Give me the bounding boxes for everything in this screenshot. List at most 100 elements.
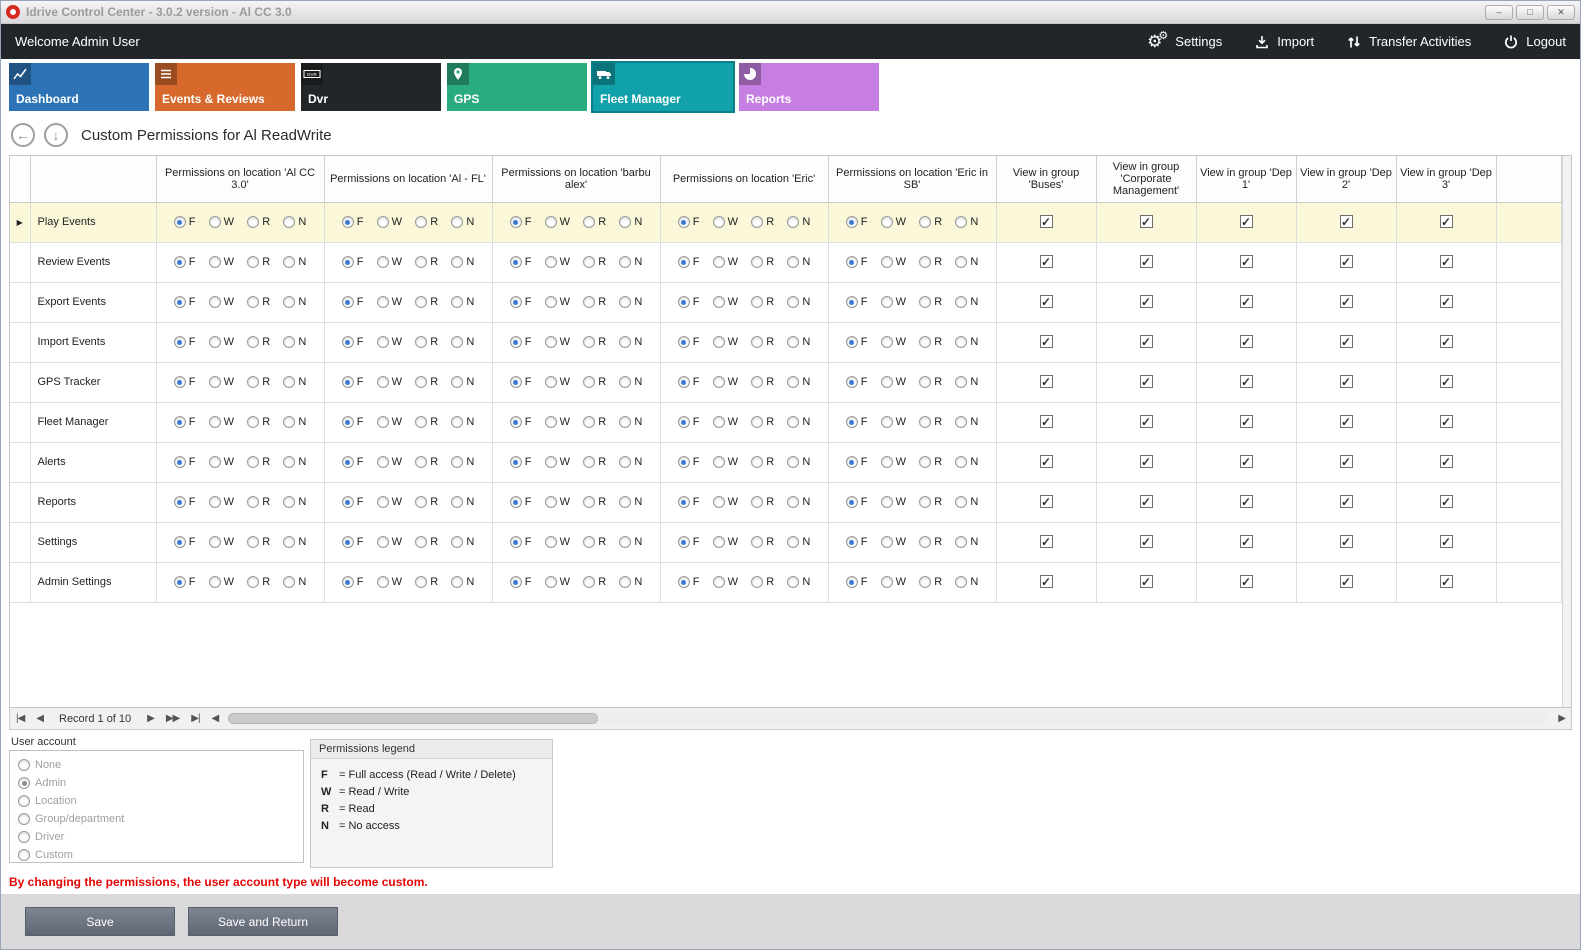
group-checkbox[interactable]: ✓	[1040, 335, 1053, 348]
radio-option-f[interactable]: F	[342, 496, 364, 508]
radio-option-n[interactable]: N	[451, 336, 474, 348]
radio-option-r[interactable]: R	[751, 536, 774, 548]
radio-option-f[interactable]: F	[174, 376, 196, 388]
group-checkbox[interactable]: ✓	[1140, 295, 1153, 308]
radio-option-w[interactable]: W	[209, 416, 234, 428]
radio-option-f[interactable]: F	[174, 216, 196, 228]
radio-option-f[interactable]: F	[342, 456, 364, 468]
radio-option-r[interactable]: R	[247, 256, 270, 268]
back-button[interactable]: ←	[11, 123, 35, 147]
radio-option-w[interactable]: W	[713, 256, 738, 268]
tab-dashboard[interactable]: Dashboard	[9, 63, 149, 111]
radio-option-f[interactable]: F	[510, 256, 532, 268]
row-label[interactable]: Export Events	[30, 282, 156, 322]
radio-option-n[interactable]: N	[283, 536, 306, 548]
radio-option-w[interactable]: W	[713, 416, 738, 428]
radio-option-r[interactable]: R	[415, 256, 438, 268]
radio-option-f[interactable]: F	[846, 336, 868, 348]
radio-option-w[interactable]: W	[209, 576, 234, 588]
radio-option-w[interactable]: W	[713, 576, 738, 588]
group-checkbox[interactable]: ✓	[1240, 415, 1253, 428]
group-checkbox[interactable]: ✓	[1340, 335, 1353, 348]
horizontal-scrollbar[interactable]	[228, 712, 1548, 725]
radio-option-n[interactable]: N	[787, 216, 810, 228]
group-checkbox[interactable]: ✓	[1440, 295, 1453, 308]
radio-option-n[interactable]: N	[955, 256, 978, 268]
group-checkbox[interactable]: ✓	[1140, 535, 1153, 548]
radio-option-f[interactable]: F	[510, 456, 532, 468]
radio-option-w[interactable]: W	[209, 296, 234, 308]
radio-option-n[interactable]: N	[955, 296, 978, 308]
group-checkbox[interactable]: ✓	[1440, 415, 1453, 428]
radio-option-w[interactable]: W	[881, 256, 906, 268]
radio-option-f[interactable]: F	[846, 296, 868, 308]
radio-option-r[interactable]: R	[583, 456, 606, 468]
radio-option-f[interactable]: F	[678, 456, 700, 468]
radio-option-r[interactable]: R	[583, 376, 606, 388]
radio-option-w[interactable]: W	[713, 216, 738, 228]
row-label[interactable]: Alerts	[30, 442, 156, 482]
radio-option-r[interactable]: R	[583, 576, 606, 588]
user-account-option-driver[interactable]: Driver	[18, 828, 295, 846]
scrollbar-thumb[interactable]	[228, 713, 598, 724]
radio-option-n[interactable]: N	[955, 576, 978, 588]
radio-option-f[interactable]: F	[174, 416, 196, 428]
radio-option-r[interactable]: R	[919, 336, 942, 348]
radio-option-w[interactable]: W	[881, 296, 906, 308]
radio-option-n[interactable]: N	[787, 576, 810, 588]
radio-option-w[interactable]: W	[377, 376, 402, 388]
radio-option-f[interactable]: F	[342, 536, 364, 548]
radio-option-r[interactable]: R	[583, 496, 606, 508]
radio-option-w[interactable]: W	[713, 336, 738, 348]
radio-option-w[interactable]: W	[881, 216, 906, 228]
radio-option-f[interactable]: F	[510, 216, 532, 228]
row-label[interactable]: Admin Settings	[30, 562, 156, 602]
radio-option-w[interactable]: W	[881, 536, 906, 548]
radio-option-r[interactable]: R	[751, 496, 774, 508]
radio-option-n[interactable]: N	[955, 536, 978, 548]
group-checkbox[interactable]: ✓	[1340, 415, 1353, 428]
radio-option-r[interactable]: R	[247, 216, 270, 228]
radio-option-r[interactable]: R	[415, 576, 438, 588]
radio-option-f[interactable]: F	[174, 576, 196, 588]
radio-option-f[interactable]: F	[846, 576, 868, 588]
radio-option-f[interactable]: F	[174, 496, 196, 508]
radio-option-f[interactable]: F	[846, 376, 868, 388]
radio-option-n[interactable]: N	[283, 256, 306, 268]
row-label[interactable]: Settings	[30, 522, 156, 562]
user-account-option-admin[interactable]: Admin	[18, 774, 295, 792]
radio-option-n[interactable]: N	[955, 376, 978, 388]
radio-option-r[interactable]: R	[919, 576, 942, 588]
group-checkbox[interactable]: ✓	[1140, 255, 1153, 268]
radio-option-w[interactable]: W	[209, 336, 234, 348]
radio-option-n[interactable]: N	[451, 536, 474, 548]
minimize-button[interactable]: –	[1485, 5, 1513, 20]
radio-option-n[interactable]: N	[451, 296, 474, 308]
radio-option-n[interactable]: N	[619, 456, 642, 468]
save-return-button[interactable]: Save and Return	[188, 907, 338, 936]
radio-option-n[interactable]: N	[955, 336, 978, 348]
radio-option-f[interactable]: F	[174, 256, 196, 268]
radio-option-w[interactable]: W	[377, 336, 402, 348]
radio-option-n[interactable]: N	[451, 416, 474, 428]
radio-option-r[interactable]: R	[415, 336, 438, 348]
radio-option-f[interactable]: F	[174, 296, 196, 308]
radio-option-n[interactable]: N	[955, 216, 978, 228]
radio-option-f[interactable]: F	[342, 296, 364, 308]
group-checkbox[interactable]: ✓	[1040, 535, 1053, 548]
group-checkbox[interactable]: ✓	[1440, 215, 1453, 228]
radio-option-r[interactable]: R	[751, 336, 774, 348]
radio-option-w[interactable]: W	[881, 416, 906, 428]
pager-last-button[interactable]: ▶|	[189, 713, 201, 724]
radio-option-w[interactable]: W	[881, 576, 906, 588]
radio-option-r[interactable]: R	[415, 536, 438, 548]
radio-option-n[interactable]: N	[955, 456, 978, 468]
pager-prev-button[interactable]: ◀	[34, 713, 45, 724]
header-action-import[interactable]: Import	[1254, 34, 1314, 50]
radio-option-r[interactable]: R	[751, 256, 774, 268]
group-checkbox[interactable]: ✓	[1440, 535, 1453, 548]
radio-option-n[interactable]: N	[619, 216, 642, 228]
radio-option-f[interactable]: F	[678, 216, 700, 228]
radio-option-f[interactable]: F	[174, 336, 196, 348]
group-checkbox[interactable]: ✓	[1040, 295, 1053, 308]
